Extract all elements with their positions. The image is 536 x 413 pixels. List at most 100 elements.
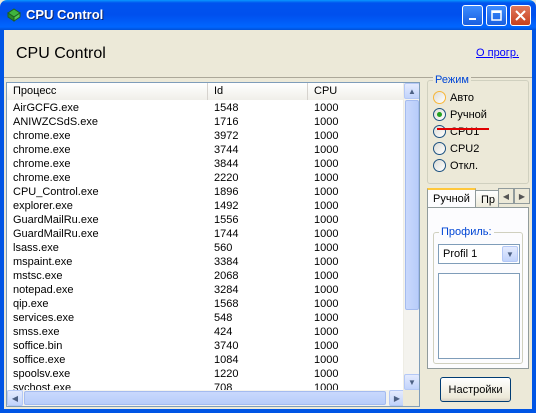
- cpu-cell: 1000: [314, 312, 339, 324]
- process-name-cell: chrome.exe: [13, 144, 71, 156]
- table-row[interactable]: services.exe 548 1000: [7, 311, 405, 325]
- about-link[interactable]: О прогр.: [476, 47, 519, 59]
- radio-cpu1[interactable]: CPU1: [433, 125, 479, 138]
- process-name-cell: smss.exe: [13, 326, 60, 338]
- maximize-button[interactable]: [486, 5, 507, 26]
- scroll-left-button[interactable]: ◀: [7, 390, 23, 406]
- process-name-cell: lsass.exe: [13, 242, 59, 254]
- tab-scroll-left-button[interactable]: ◀: [498, 188, 514, 204]
- page-title: CPU Control: [16, 45, 106, 62]
- process-name-cell: AirGCFG.exe: [13, 102, 80, 114]
- arrow-left-icon: ◀: [11, 393, 19, 403]
- vertical-scrollbar[interactable]: ▲ ▼: [403, 83, 419, 390]
- column-header-cpu[interactable]: CPU: [308, 83, 405, 100]
- table-row[interactable]: chrome.exe 3744 1000: [7, 143, 405, 157]
- radio-label: Авто: [450, 91, 474, 104]
- mode-groupbox: Режим Авто Ручной CPU1 CPU2 Откл.: [427, 74, 529, 184]
- cpu-cell: 1000: [314, 102, 339, 114]
- table-row[interactable]: chrome.exe 3844 1000: [7, 157, 405, 171]
- radio-circle-icon: [433, 125, 446, 138]
- radio-auto[interactable]: Авто: [433, 91, 474, 104]
- table-row[interactable]: explorer.exe 1492 1000: [7, 199, 405, 213]
- table-row[interactable]: soffice.exe 1084 1000: [7, 353, 405, 367]
- arrow-up-icon: ▲: [408, 86, 416, 96]
- process-id-cell: 1716: [214, 116, 239, 128]
- tab-manual[interactable]: Ручной: [427, 188, 476, 209]
- arrow-right-icon: ▶: [393, 393, 401, 403]
- cpu-cell: 1000: [314, 298, 339, 310]
- process-name-cell: GuardMailRu.exe: [13, 214, 99, 226]
- radio-circle-icon: [433, 142, 446, 155]
- horizontal-scroll-thumb[interactable]: [24, 391, 386, 405]
- title-bar[interactable]: CPU Control: [0, 0, 536, 30]
- cpu-cell: 1000: [314, 158, 339, 170]
- table-row[interactable]: CPU_Control.exe 1896 1000: [7, 185, 405, 199]
- process-name-cell: GuardMailRu.exe: [13, 228, 99, 240]
- cpu-cell: 1000: [314, 256, 339, 268]
- profile-legend: Профиль:: [439, 226, 494, 238]
- radio-cpu2[interactable]: CPU2: [433, 142, 479, 155]
- close-button[interactable]: [510, 5, 531, 26]
- table-row[interactable]: soffice.bin 3740 1000: [7, 339, 405, 353]
- process-name-cell: spoolsv.exe: [13, 368, 71, 380]
- table-row[interactable]: notepad.exe 3284 1000: [7, 283, 405, 297]
- table-row[interactable]: mstsc.exe 2068 1000: [7, 269, 405, 283]
- horizontal-scrollbar[interactable]: ◀ ▶: [7, 390, 405, 406]
- table-row[interactable]: GuardMailRu.exe 1556 1000: [7, 213, 405, 227]
- table-row[interactable]: chrome.exe 3972 1000: [7, 129, 405, 143]
- close-icon: [515, 10, 526, 21]
- scroll-up-button[interactable]: ▲: [404, 83, 419, 99]
- process-id-cell: 3972: [214, 130, 239, 142]
- cpu-cell: 1000: [314, 340, 339, 352]
- tab-other[interactable]: Пр: [475, 190, 499, 208]
- maximize-icon: [491, 10, 502, 21]
- table-row[interactable]: ANIWZCSdS.exe 1716 1000: [7, 115, 405, 129]
- process-name-cell: chrome.exe: [13, 172, 71, 184]
- process-list-header: Процесс Id CPU: [7, 83, 405, 100]
- table-row[interactable]: spoolsv.exe 1220 1000: [7, 367, 405, 381]
- process-id-cell: 424: [214, 326, 233, 338]
- profile-select[interactable]: Profil 1 ▼: [438, 244, 520, 264]
- mode-legend: Режим: [433, 74, 471, 86]
- radio-off[interactable]: Откл.: [433, 159, 478, 172]
- minimize-button[interactable]: [462, 5, 483, 26]
- table-row[interactable]: smss.exe 424 1000: [7, 325, 405, 339]
- process-id-cell: 3744: [214, 144, 239, 156]
- cpu-cell: 1000: [314, 214, 339, 226]
- chevron-down-icon: ▼: [506, 249, 514, 259]
- window-frame-right: [532, 30, 536, 413]
- cpu-cell: 1000: [314, 130, 339, 142]
- tab-scroll-right-button[interactable]: ▶: [514, 188, 530, 204]
- window-frame-left: [0, 30, 4, 413]
- column-header-process[interactable]: Процесс: [7, 83, 208, 100]
- process-id-cell: 3740: [214, 340, 239, 352]
- radio-circle-icon: [433, 91, 446, 104]
- tab-strip: Ручной Пр ◀ ▶: [427, 188, 530, 209]
- cpu-cell: 1000: [314, 270, 339, 282]
- app-icon: [7, 8, 21, 22]
- cpu-cell: 1000: [314, 116, 339, 128]
- table-row[interactable]: qip.exe 1568 1000: [7, 297, 405, 311]
- radio-manual[interactable]: Ручной: [433, 108, 487, 121]
- radio-label: Ручной: [450, 108, 487, 121]
- vertical-scroll-thumb[interactable]: [405, 100, 419, 310]
- process-name-cell: mspaint.exe: [13, 256, 73, 268]
- table-row[interactable]: mspaint.exe 3384 1000: [7, 255, 405, 269]
- table-row[interactable]: GuardMailRu.exe 1744 1000: [7, 227, 405, 241]
- dropdown-button[interactable]: ▼: [502, 246, 518, 262]
- table-row[interactable]: AirGCFG.exe 1548 1000: [7, 101, 405, 115]
- process-list[interactable]: Процесс Id CPU AirGCFG.exe 1548 1000 ANIWZC…: [6, 82, 420, 407]
- process-id-cell: 1568: [214, 298, 239, 310]
- column-header-id[interactable]: Id: [208, 83, 308, 100]
- window-title: CPU Control: [26, 7, 104, 22]
- process-name-cell: explorer.exe: [13, 200, 73, 212]
- process-name-cell: chrome.exe: [13, 158, 71, 170]
- process-id-cell: 1220: [214, 368, 239, 380]
- window-frame-bottom: [0, 409, 536, 413]
- process-id-cell: 548: [214, 312, 233, 324]
- table-row[interactable]: lsass.exe 560 1000: [7, 241, 405, 255]
- cpu-cell: 1000: [314, 172, 339, 184]
- settings-button[interactable]: Настройки: [440, 377, 511, 402]
- scroll-down-button[interactable]: ▼: [404, 374, 419, 390]
- table-row[interactable]: chrome.exe 2220 1000: [7, 171, 405, 185]
